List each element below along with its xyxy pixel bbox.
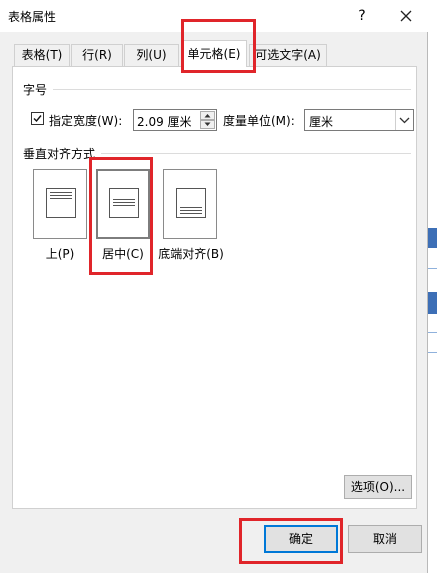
align-bottom-option[interactable] <box>163 169 217 239</box>
unit-select[interactable]: 厘米 <box>304 109 414 131</box>
help-button[interactable]: ? <box>352 6 372 26</box>
divider <box>53 89 411 90</box>
background-document <box>428 0 437 573</box>
tab-column[interactable]: 列(U) <box>124 44 179 66</box>
table-properties-dialog: 表格属性 ? 表格(T) 行(R) 列(U) 单元格(E) 可选文字(A) 字号… <box>0 0 428 573</box>
align-top-label: 上(P) <box>45 247 75 261</box>
align-bottom-label: 底端对齐(B) <box>158 247 224 261</box>
spin-up-icon[interactable] <box>200 111 215 120</box>
options-button[interactable]: 选项(O)... <box>344 475 412 499</box>
align-top-option[interactable] <box>33 169 87 239</box>
align-center-option[interactable] <box>96 169 150 239</box>
size-section-label: 字号 <box>23 83 48 97</box>
title-bar: 表格属性 ? <box>0 0 428 32</box>
spin-down-icon[interactable] <box>200 120 215 129</box>
doc-line <box>428 268 437 269</box>
doc-band <box>428 228 437 248</box>
doc-band <box>428 292 437 314</box>
chevron-down-icon[interactable] <box>395 110 413 130</box>
tab-table[interactable]: 表格(T) <box>14 44 70 66</box>
cancel-button[interactable]: 取消 <box>348 525 422 553</box>
tab-label: 列(U) <box>136 48 167 62</box>
tab-cell[interactable]: 单元格(E) <box>181 40 247 67</box>
align-center-icon <box>109 188 139 218</box>
tab-label: 可选文字(A) <box>255 48 321 62</box>
dialog-title: 表格属性 <box>8 10 57 24</box>
width-value: 2.09 厘米 <box>137 115 192 129</box>
align-bottom-icon <box>176 188 206 218</box>
valign-section-label: 垂直对齐方式 <box>23 147 96 161</box>
width-spinbox[interactable]: 2.09 厘米 <box>133 109 217 131</box>
align-top-icon <box>46 188 76 218</box>
divider <box>101 153 411 154</box>
unit-label: 度量单位(M): <box>223 114 295 128</box>
cell-tab-panel: 字号 指定宽度(W): 2.09 厘米 度量单位(M): 厘米 垂直对齐方式 上… <box>12 66 417 509</box>
specify-width-checkbox[interactable] <box>31 112 44 125</box>
tab-label: 行(R) <box>82 48 112 62</box>
checkmark-icon <box>33 115 42 123</box>
tab-label: 表格(T) <box>21 48 63 62</box>
ok-button[interactable]: 确定 <box>264 525 338 553</box>
spin-buttons <box>200 111 215 129</box>
close-icon[interactable] <box>395 5 417 27</box>
tab-alt-text[interactable]: 可选文字(A) <box>249 44 327 66</box>
unit-value: 厘米 <box>309 115 334 129</box>
tab-row[interactable]: 行(R) <box>71 44 123 66</box>
align-center-label: 居中(C) <box>102 247 144 261</box>
tab-label: 单元格(E) <box>187 47 241 61</box>
doc-line <box>428 352 437 353</box>
doc-line <box>428 332 437 333</box>
specify-width-label: 指定宽度(W): <box>49 114 123 128</box>
